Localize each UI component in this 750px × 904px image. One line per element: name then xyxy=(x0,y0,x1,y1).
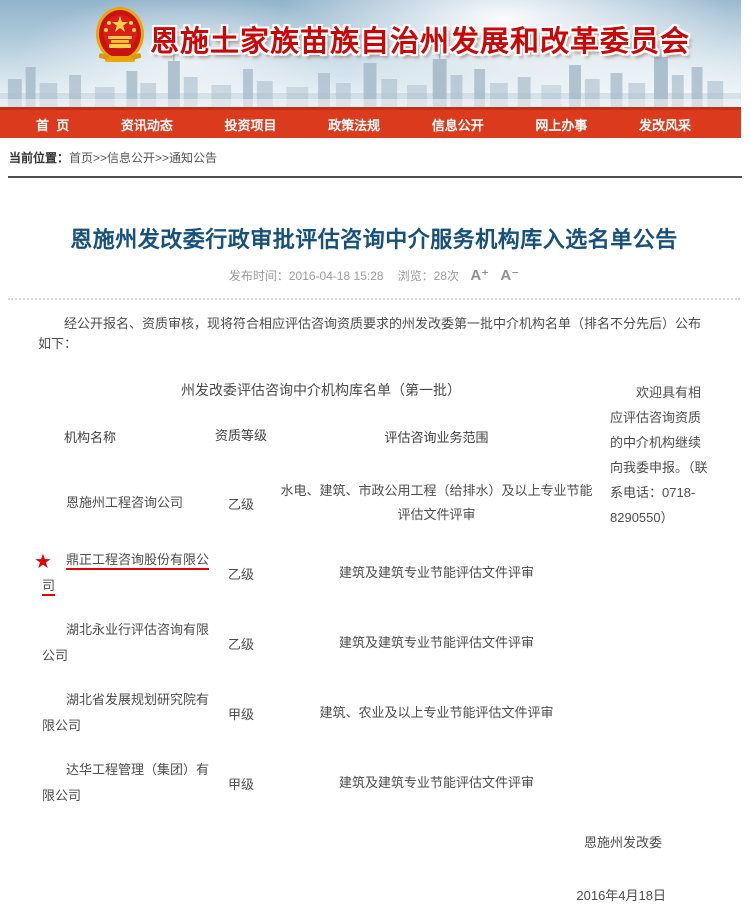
table-row: 湖北省发展规划研究院有限公司 甲级 建筑、农业及以上专业节能评估文件评审 xyxy=(38,678,604,748)
nav-item-disclosure[interactable]: 信息公开 xyxy=(432,115,484,134)
nav-item-policy[interactable]: 政策法规 xyxy=(328,115,380,134)
breadcrumb: 当前位置：首页>>信息公开>>通知公告 xyxy=(0,138,750,173)
breadcrumb-path[interactable]: 首页>>信息公开>>通知公告 xyxy=(69,151,217,165)
roster-column: 州发改委评估咨询中介机构库名单（第一批） 机构名称 资质等级 评估咨询业务范围 … xyxy=(38,380,604,818)
intro-paragraph: 经公开报名、资质审核，现将符合相应评估咨询资质要求的州发改委第一批中介机构名单（… xyxy=(38,314,710,354)
agency-grade: 甲级 xyxy=(213,678,269,748)
agency-scope: 建筑及建筑专业节能评估文件评审 xyxy=(269,538,604,608)
header-banner-wrap: 恩施土家族苗族自治州发展和改革委员会 首 页 资讯动态 投资项目 政策法规 信息… xyxy=(0,0,741,138)
agency-grade: 乙级 xyxy=(213,538,269,608)
issue-date: 2016年4月18日 xyxy=(38,885,710,904)
side-note: 欢迎具有相应评估咨询资质的中介机构继续向我委申报。（联系电话：0718-8290… xyxy=(610,380,710,818)
article-meta: 发布时间：2016-04-18 15:28 浏览：28次 A⁺ A⁻ xyxy=(38,266,710,284)
col-header-scope: 评估咨询业务范围 xyxy=(269,404,604,468)
highlighted-agency-name: 鼎正工程咨询股份有限公司 xyxy=(42,552,209,593)
agency-name: 恩施州工程咨询公司 xyxy=(38,468,213,538)
agency-scope: 建筑、农业及以上专业节能评估文件评审 xyxy=(269,678,604,748)
publish-time-label: 发布时间： xyxy=(229,269,289,283)
agency-grade: 乙级 xyxy=(213,468,269,538)
agency-scope: 水电、建筑、市政公用工程（给排水）及以上专业节能评估文件评审 xyxy=(269,468,604,538)
nav-item-investment[interactable]: 投资项目 xyxy=(224,115,276,134)
issuer-signature: 恩施州发改委 xyxy=(38,832,710,851)
nav-item-home[interactable]: 首 页 xyxy=(36,115,69,134)
nav-item-online[interactable]: 网上办事 xyxy=(535,115,587,134)
col-header-grade: 资质等级 xyxy=(213,404,269,468)
table-row: 恩施州工程咨询公司 乙级 水电、建筑、市政公用工程（给排水）及以上专业节能评估文… xyxy=(38,468,604,538)
site-title: 恩施土家族苗族自治州发展和改革委员会 xyxy=(150,18,710,60)
table-row-highlighted: ★ 鼎正工程咨询股份有限公司 乙级 建筑及建筑专业节能评估文件评审 xyxy=(38,538,604,608)
agency-grade: 乙级 xyxy=(213,608,269,678)
main-nav: 首 页 资讯动态 投资项目 政策法规 信息公开 网上办事 发改风采 xyxy=(0,107,741,138)
table-row: 湖北永业行评估咨询有限公司 乙级 建筑及建筑专业节能评估文件评审 xyxy=(38,608,604,678)
agency-name: 达华工程管理（集团）有限公司 xyxy=(38,748,213,818)
page-title: 恩施州发改委行政审批评估咨询中介服务机构库入选名单公告 xyxy=(38,222,710,254)
dotted-divider xyxy=(8,298,740,300)
table-header-row: 机构名称 资质等级 评估咨询业务范围 xyxy=(38,404,604,468)
font-smaller-button[interactable]: A⁻ xyxy=(500,266,519,284)
content-columns: 州发改委评估咨询中介机构库名单（第一批） 机构名称 资质等级 评估咨询业务范围 … xyxy=(38,380,710,818)
star-icon: ★ xyxy=(34,552,52,572)
nav-item-news[interactable]: 资讯动态 xyxy=(121,115,173,134)
agency-name: ★ 鼎正工程咨询股份有限公司 xyxy=(38,538,213,608)
article: 恩施州发改委行政审批评估咨询中介服务机构库入选名单公告 发布时间：2016-04… xyxy=(0,222,750,904)
agency-scope: 建筑及建筑专业节能评估文件评审 xyxy=(269,608,604,678)
breadcrumb-label: 当前位置： xyxy=(9,151,69,165)
agency-grade: 甲级 xyxy=(213,748,269,818)
nav-item-style[interactable]: 发改风采 xyxy=(639,115,691,134)
col-header-agency-name: 机构名称 xyxy=(38,404,213,468)
views-count: 28次 xyxy=(434,269,459,283)
agency-table: 机构名称 资质等级 评估咨询业务范围 恩施州工程咨询公司 乙级 水电、建筑、市政… xyxy=(38,404,604,818)
agency-name: 湖北永业行评估咨询有限公司 xyxy=(38,608,213,678)
publish-time: 2016-04-18 15:28 xyxy=(289,269,384,283)
views-label: 浏览： xyxy=(398,269,434,283)
list-title: 州发改委评估咨询中介机构库名单（第一批） xyxy=(38,380,604,400)
agency-scope: 建筑及建筑专业节能评估文件评审 xyxy=(269,748,604,818)
header-banner: 恩施土家族苗族自治州发展和改革委员会 xyxy=(0,0,741,107)
page: 恩施土家族苗族自治州发展和改革委员会 首 页 资讯动态 投资项目 政策法规 信息… xyxy=(0,0,750,868)
agency-name: 湖北省发展规划研究院有限公司 xyxy=(38,678,213,748)
table-row: 达华工程管理（集团）有限公司 甲级 建筑及建筑专业节能评估文件评审 xyxy=(38,748,604,818)
national-emblem-icon xyxy=(95,6,145,68)
divider-line xyxy=(8,176,742,178)
font-larger-button[interactable]: A⁺ xyxy=(470,266,489,284)
